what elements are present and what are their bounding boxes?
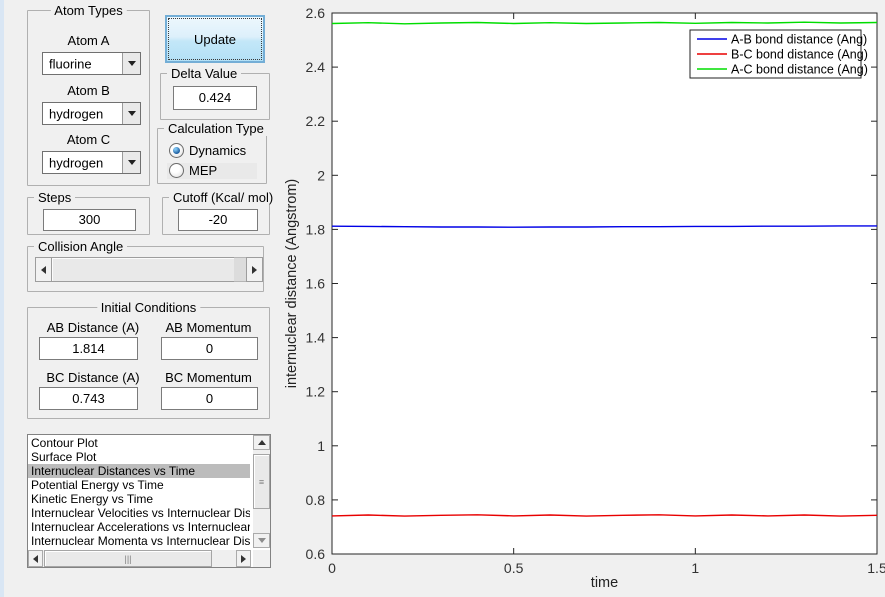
scroll-right-button[interactable] xyxy=(236,550,251,567)
steps-groupbox: Steps 300 xyxy=(27,190,150,235)
legend-entry-label: B-C bond distance (Ang) xyxy=(731,48,868,62)
collision-angle-groupbox: Collision Angle xyxy=(27,239,264,292)
arrow-left-icon xyxy=(41,265,46,274)
slider-left-arrow[interactable] xyxy=(35,257,52,282)
x-tick-label: 1.5 xyxy=(867,560,885,576)
chevron-down-icon[interactable] xyxy=(122,53,140,74)
collision-angle-title: Collision Angle xyxy=(34,239,128,254)
y-tick-label: 2.2 xyxy=(306,113,326,129)
arrow-left-icon xyxy=(33,554,38,563)
ab-momentum-label: AB Momentum xyxy=(165,320,252,335)
atom-b-value: hydrogen xyxy=(49,106,104,121)
horizontal-scrollbar-thumb[interactable]: ||| xyxy=(44,550,212,567)
x-tick-label: 0.5 xyxy=(504,560,524,576)
list-item[interactable]: Internuclear Accelerations vs Internucle… xyxy=(28,520,250,534)
ab-distance-label: AB Distance (A) xyxy=(46,320,140,335)
arrow-down-icon xyxy=(257,538,266,543)
calculation-type-title: Calculation Type xyxy=(164,121,268,136)
list-item[interactable]: Surface Plot xyxy=(28,450,250,464)
steps-field[interactable]: 300 xyxy=(43,209,136,231)
delta-value-groupbox: Delta Value 0.424 xyxy=(160,66,270,120)
thumb-grip-icon: ≡ xyxy=(258,476,265,487)
plot-type-listbox[interactable]: Contour Plot Surface Plot Internuclear Dis… xyxy=(27,434,271,568)
bc-momentum-field[interactable]: 0 xyxy=(161,387,258,410)
x-axis-label: time xyxy=(591,575,618,591)
atom-c-label: Atom C xyxy=(66,132,111,147)
steps-title: Steps xyxy=(34,190,76,205)
ab-distance-field[interactable]: 1.814 xyxy=(39,337,138,360)
y-tick-label: 1.2 xyxy=(306,384,326,400)
bc-distance-label: BC Distance (A) xyxy=(46,370,140,385)
list-item[interactable]: Internuclear Distances vs Time xyxy=(28,464,250,478)
chevron-down-icon[interactable] xyxy=(122,103,140,124)
atom-b-label: Atom B xyxy=(67,83,110,98)
plot-area xyxy=(332,13,877,554)
cutoff-field[interactable]: -20 xyxy=(178,209,258,231)
y-tick-label: 1.8 xyxy=(306,221,326,237)
atom-a-label: Atom A xyxy=(67,33,110,48)
list-item[interactable]: Contour Plot xyxy=(28,436,250,450)
y-tick-label: 2 xyxy=(317,167,325,183)
list-item[interactable]: Kinetic Energy vs Time xyxy=(28,492,250,506)
scroll-down-button[interactable] xyxy=(253,533,270,548)
arrow-right-icon xyxy=(252,265,257,274)
horizontal-scrollbar[interactable]: ||| xyxy=(28,550,251,567)
app-window: 0 0.5 1 1.5 0.6 0.8 1 1.2 1.4 1.6 1.8 2 2.2 2.4 2.6 tim… xyxy=(0,0,885,597)
arrow-right-icon xyxy=(241,554,246,563)
legend-entry-label: A-B bond distance (Ang) xyxy=(731,33,867,47)
atom-types-title: Atom Types xyxy=(50,3,127,18)
atom-a-value: fluorine xyxy=(49,56,92,71)
y-tick-label: 1.4 xyxy=(306,330,326,346)
y-tick-label: 2.6 xyxy=(306,5,326,21)
mep-radio-label: MEP xyxy=(189,163,218,178)
y-tick-label: 2.4 xyxy=(306,59,326,75)
initial-conditions-groupbox: Initial Conditions AB Distance (A) AB Mo… xyxy=(27,300,270,419)
y-tick-label: 1.6 xyxy=(306,276,326,292)
atom-a-dropdown[interactable]: fluorine xyxy=(42,52,141,75)
ab-momentum-field[interactable]: 0 xyxy=(161,337,258,360)
scroll-left-button[interactable] xyxy=(28,550,43,567)
chevron-down-icon[interactable] xyxy=(122,152,140,173)
calculation-type-groupbox: Calculation Type Dynamics MEP xyxy=(157,121,268,184)
dynamics-radio-label: Dynamics xyxy=(189,143,247,158)
x-tick-label: 0 xyxy=(328,560,336,576)
scrollbar-corner xyxy=(253,550,270,567)
bc-distance-field[interactable]: 0.743 xyxy=(39,387,138,410)
update-button[interactable]: Update xyxy=(165,15,265,63)
mep-radio[interactable] xyxy=(169,163,184,178)
list-item[interactable]: Internuclear Momenta vs Internuclear Dis… xyxy=(28,534,250,548)
delta-value-field[interactable]: 0.424 xyxy=(173,86,257,110)
atom-b-dropdown[interactable]: hydrogen xyxy=(42,102,141,125)
scroll-up-button[interactable] xyxy=(253,435,270,450)
slider-right-arrow[interactable] xyxy=(246,257,263,282)
y-tick-label: 1 xyxy=(317,438,325,454)
list-item[interactable]: Internuclear Velocities vs Internuclear … xyxy=(28,506,250,520)
y-tick-label: 0.6 xyxy=(306,546,326,562)
slider-thumb[interactable] xyxy=(51,257,235,282)
cutoff-groupbox: Cutoff (Kcal/ mol) -20 xyxy=(162,190,278,235)
cutoff-title: Cutoff (Kcal/ mol) xyxy=(169,190,278,205)
vertical-scrollbar-thumb[interactable]: ≡ xyxy=(253,454,270,509)
vertical-scrollbar[interactable]: ≡ xyxy=(253,435,270,548)
list-item[interactable]: Potential Energy vs Time xyxy=(28,478,250,492)
y-axis-label: internuclear distance (Angstrom) xyxy=(284,179,300,389)
legend-entry-label: A-C bond distance (Ang) xyxy=(731,63,868,77)
legend: A-B bond distance (Ang)B-C bond distance… xyxy=(689,29,868,79)
delta-value-title: Delta Value xyxy=(167,66,242,81)
dynamics-radio[interactable] xyxy=(169,143,184,158)
update-button-label: Update xyxy=(194,31,236,47)
arrow-up-icon xyxy=(257,440,266,445)
x-tick-label: 1 xyxy=(691,560,699,576)
thumb-grip-icon: ||| xyxy=(124,553,132,564)
atom-c-value: hydrogen xyxy=(49,155,104,170)
atom-types-groupbox: Atom Types Atom A fluorine Atom B hydrog… xyxy=(27,3,150,186)
y-tick-label: 0.8 xyxy=(306,492,326,508)
initial-conditions-title: Initial Conditions xyxy=(96,300,201,315)
atom-c-dropdown[interactable]: hydrogen xyxy=(42,151,141,174)
plot-type-listbox-items: Contour Plot Surface Plot Internuclear Dis… xyxy=(28,436,250,548)
bc-momentum-label: BC Momentum xyxy=(165,370,252,385)
